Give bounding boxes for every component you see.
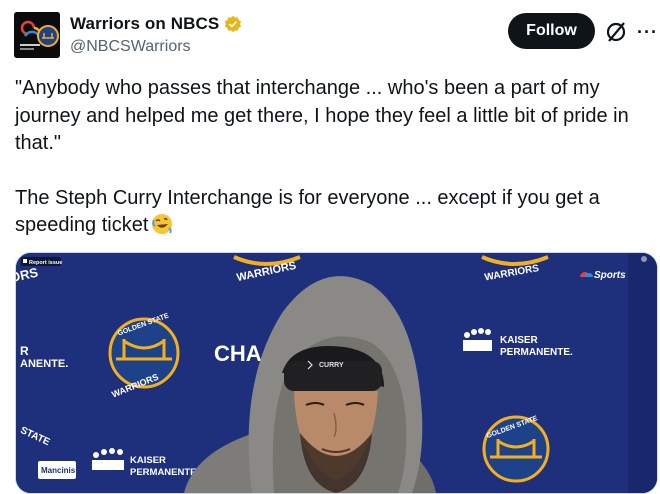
backdrop-permanente-text-bottom: PERMANENTE. xyxy=(130,467,199,478)
more-options-icon[interactable]: ··· xyxy=(637,22,658,43)
backdrop-r-text: R xyxy=(20,344,29,358)
grok-icon[interactable] xyxy=(603,19,629,45)
backdrop-permanente-text-right: PERMANENTE. xyxy=(500,347,573,358)
mancinis-logo: Mancinis xyxy=(41,466,76,475)
hat-curry-text: CURRY xyxy=(319,362,344,369)
tweet-paragraph-quote: "Anybody who passes that interchange ...… xyxy=(15,77,629,154)
broadcaster-text: Sports xyxy=(594,270,626,281)
tweet-header: Warriors on NBCS @NBCSWarriors Follow ··… xyxy=(0,0,660,72)
backdrop-kaiser-text-right: KAISER xyxy=(500,335,539,346)
follow-button[interactable]: Follow xyxy=(508,13,595,49)
backdrop-kaiser-text-bottom: KAISER xyxy=(130,455,166,466)
tweet-caption-text: The Steph Curry Interchange is for every… xyxy=(15,186,600,237)
backdrop-anente-text: ANENTE. xyxy=(20,358,68,370)
account-avatar[interactable] xyxy=(14,12,60,58)
video-media[interactable]: ORS R ANENTE. STATE Report issue WARRIOR… xyxy=(15,252,658,494)
rolling-laughing-emoji-icon xyxy=(152,214,173,234)
display-name[interactable]: Warriors on NBCS xyxy=(70,14,219,34)
backdrop-chase-text: CHA xyxy=(214,341,262,366)
verified-badge-icon xyxy=(225,15,242,33)
golden-state-logo-right: GOLDEN STATE xyxy=(482,415,550,483)
tweet-text: "Anybody who passes that interchange ...… xyxy=(15,75,645,240)
report-issue-label[interactable]: Report issue xyxy=(29,260,62,266)
account-handle[interactable]: @NBCSWarriors xyxy=(70,38,191,56)
tweet-paragraph-caption: The Steph Curry Interchange is for every… xyxy=(15,185,645,240)
